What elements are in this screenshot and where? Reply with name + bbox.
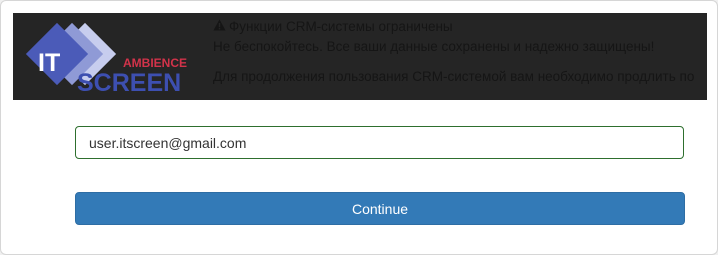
notice-title-row: Функции CRM-системы ограничены (213, 17, 707, 37)
itscreen-logo: IT AMBIENCE SCREEN (13, 13, 203, 100)
logo-screen-text: SCREEN (77, 69, 181, 97)
notice-text: Функции CRM-системы ограничены Не беспок… (213, 17, 707, 87)
notice-title: Функции CRM-системы ограничены (229, 19, 453, 34)
notice-line-2: Для продолжения пользования CRM-системой… (213, 69, 695, 84)
logo-it-text: IT (38, 49, 60, 77)
warning-triangle-icon (213, 17, 226, 37)
notice-line-1: Не беспокойтесь. Все ваши данные сохране… (213, 39, 655, 54)
continue-button[interactable]: Continue (75, 192, 685, 225)
logo-ambience-text: AMBIENCE (123, 56, 187, 70)
login-card: IT AMBIENCE SCREEN Функции CRM-системы о… (0, 0, 718, 255)
email-field[interactable] (75, 126, 684, 159)
crm-limited-banner: IT AMBIENCE SCREEN Функции CRM-системы о… (13, 13, 707, 100)
